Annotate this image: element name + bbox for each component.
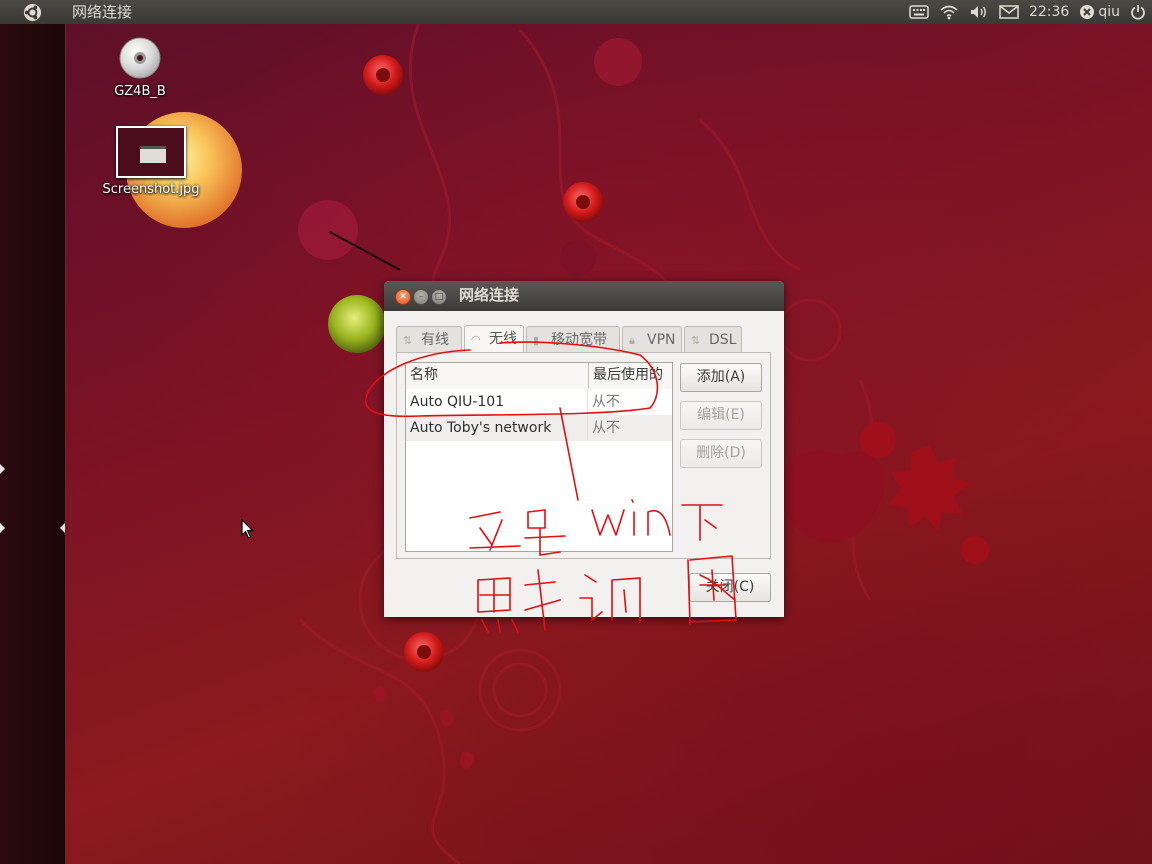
- window-title: 网络连接: [459, 286, 520, 304]
- connection-name: Auto QIU-101: [410, 394, 505, 410]
- launcher-arrow-icon: [0, 523, 5, 533]
- column-header-name[interactable]: 名称: [410, 363, 586, 388]
- launcher: [0, 24, 66, 864]
- tab-mobile-broadband[interactable]: ▮ 移动宽带: [526, 326, 620, 352]
- volume-icon[interactable]: [969, 4, 989, 20]
- window-maximize-button[interactable]: □: [431, 289, 447, 305]
- add-button[interactable]: 添加(A): [680, 363, 762, 392]
- edit-button[interactable]: 编辑(E): [680, 401, 762, 430]
- keyboard-icon[interactable]: [909, 5, 929, 19]
- table-row[interactable]: Auto QIU-101 从不: [406, 389, 672, 415]
- panel-app-title: 网络连接: [72, 3, 133, 21]
- desktop-icon-dvd[interactable]: GZ4B_B: [100, 36, 180, 99]
- user-menu[interactable]: qiu: [1079, 0, 1120, 24]
- column-header-last-used[interactable]: 最后使用的: [588, 363, 672, 388]
- power-icon[interactable]: [1130, 4, 1146, 20]
- mobile-broadband-icon: ▮: [533, 334, 540, 347]
- wired-icon: ⇅: [403, 334, 413, 347]
- desktop-icon-label: GZ4B_B: [114, 84, 166, 99]
- connection-list[interactable]: 名称 最后使用的 Auto QIU-101 从不 Auto Toby's net…: [405, 362, 673, 552]
- mouse-cursor-icon: [241, 519, 254, 539]
- indicator-area: 22:36 qiu: [909, 0, 1146, 24]
- desktop-icon-screenshot[interactable]: Screenshot.jpg: [96, 126, 206, 197]
- dash-button[interactable]: [0, 0, 66, 24]
- network-connections-window: ✕ – □ 网络连接 ⇅ 有线 ◠ 无线 ▮ 移动宽带 🔒︎ VPN ⇅ DSL 名称 最…: [384, 281, 784, 617]
- close-button[interactable]: 关闭(C): [689, 573, 771, 602]
- launcher-arrow-icon: [60, 523, 65, 533]
- connection-name: Auto Toby's network: [410, 420, 552, 436]
- tab-dsl[interactable]: ⇅ DSL: [684, 326, 742, 352]
- window-minimize-button[interactable]: –: [413, 289, 429, 305]
- lock-icon: 🔒︎: [629, 334, 635, 347]
- top-panel: 网络连接 22:36 qiu: [0, 0, 1152, 24]
- wifi-icon[interactable]: [939, 4, 959, 20]
- tab-vpn[interactable]: 🔒︎ VPN: [622, 326, 682, 352]
- connection-last-used: 从不: [592, 420, 620, 436]
- wireless-tab-panel: 名称 最后使用的 Auto QIU-101 从不 Auto Toby's net…: [396, 352, 771, 559]
- delete-button[interactable]: 删除(D): [680, 439, 762, 468]
- dvd-icon: [119, 37, 161, 79]
- user-status-icon: [1080, 5, 1095, 19]
- image-thumbnail: [116, 126, 186, 178]
- tab-wireless[interactable]: ◠ 无线: [464, 325, 524, 353]
- ubuntu-logo-icon: [23, 3, 42, 22]
- user-name: qiu: [1098, 4, 1120, 20]
- connection-last-used: 从不: [592, 394, 620, 410]
- dsl-icon: ⇅: [691, 334, 701, 347]
- clock[interactable]: 22:36: [1029, 0, 1069, 24]
- wireless-icon: ◠: [471, 333, 481, 346]
- list-header: 名称 最后使用的: [406, 363, 672, 390]
- table-row[interactable]: Auto Toby's network 从不: [406, 415, 672, 441]
- window-close-button[interactable]: ✕: [395, 289, 411, 305]
- launcher-arrow-icon: [0, 464, 5, 474]
- mail-icon[interactable]: [999, 5, 1019, 19]
- window-titlebar[interactable]: ✕ – □ 网络连接: [384, 281, 784, 311]
- desktop-icon-label: Screenshot.jpg: [102, 182, 200, 197]
- tab-wired[interactable]: ⇅ 有线: [396, 326, 462, 352]
